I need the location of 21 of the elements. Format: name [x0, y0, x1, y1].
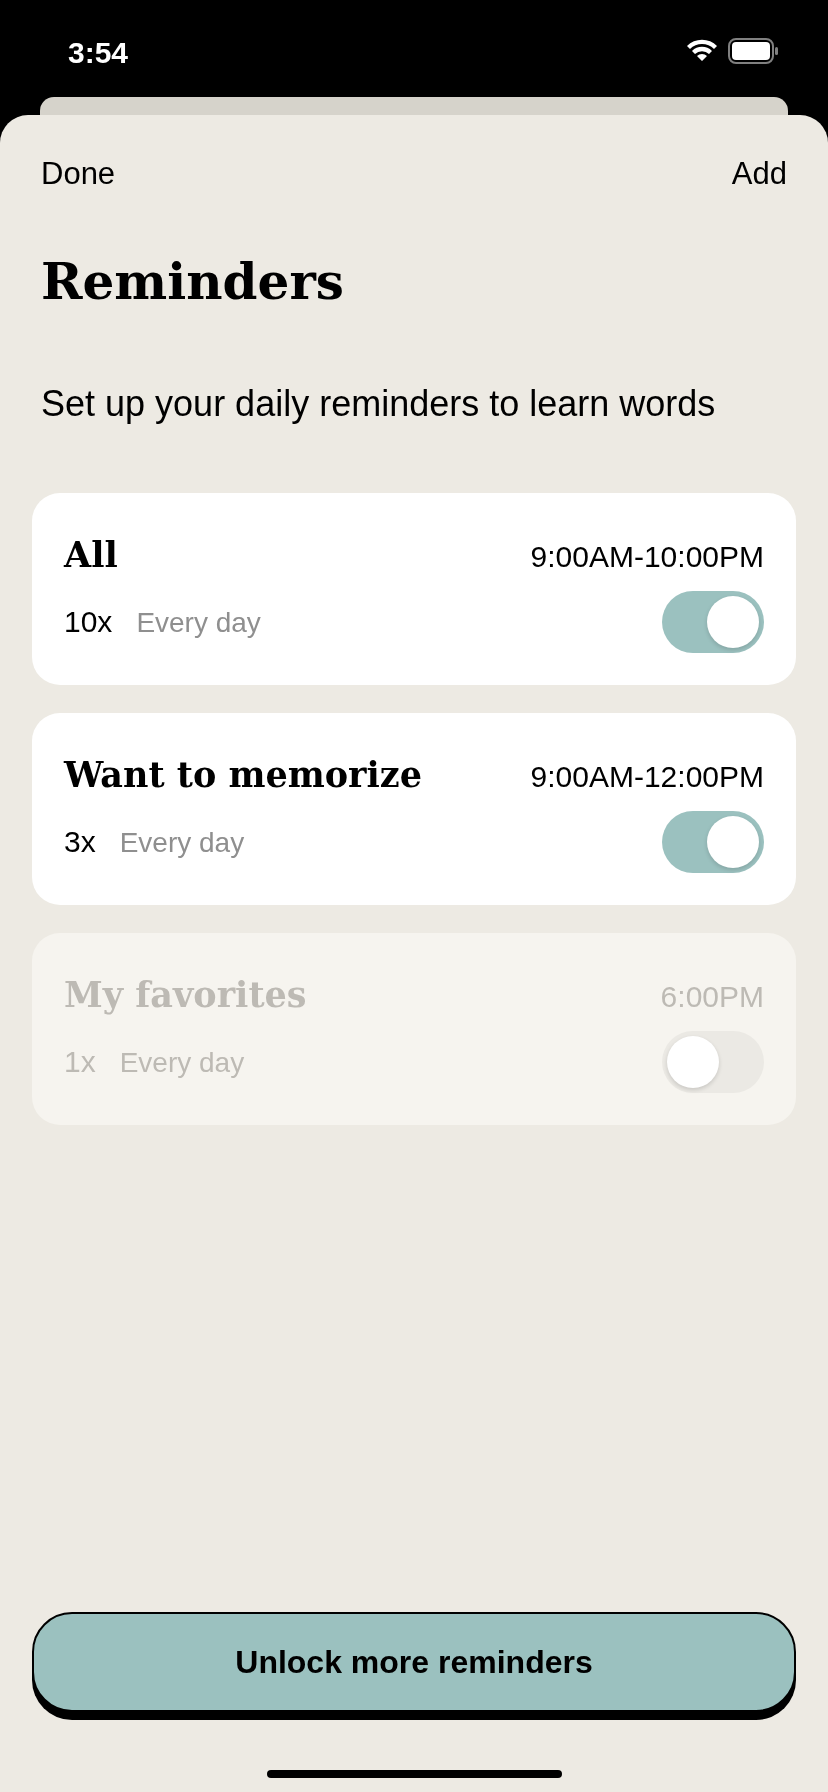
reminder-count: 1x	[64, 1043, 96, 1080]
time-range: 6:00PM	[660, 978, 764, 1015]
reminder-card[interactable]: All 9:00AM-10:00PM 10x Every day	[32, 492, 796, 685]
reminder-name: My favorites	[64, 972, 307, 1017]
reminder-name: All	[64, 532, 118, 577]
time-range: 9:00AM-10:00PM	[530, 538, 764, 575]
wifi-icon	[686, 39, 718, 63]
status-time: 3:54	[68, 35, 129, 71]
reminder-count: 3x	[64, 823, 96, 860]
reminder-name: Want to memorize	[64, 752, 422, 797]
reminder-frequency: Every day	[136, 605, 261, 640]
page-title: Reminders	[40, 250, 345, 313]
done-button[interactable]: Done	[41, 151, 116, 198]
reminder-frequency: Every day	[119, 1045, 245, 1080]
reminder-frequency: Every day	[119, 825, 245, 860]
add-button[interactable]: Add	[731, 151, 787, 198]
battery-icon	[728, 38, 780, 64]
reminder-card[interactable]: Want to memorize 9:00AM-12:00PM 3x Every day	[32, 712, 796, 905]
subtitle: Set up your daily reminders to learn words	[40, 381, 717, 426]
reminder-count: 10x	[64, 603, 113, 640]
time-range: 9:00AM-12:00PM	[530, 758, 764, 795]
